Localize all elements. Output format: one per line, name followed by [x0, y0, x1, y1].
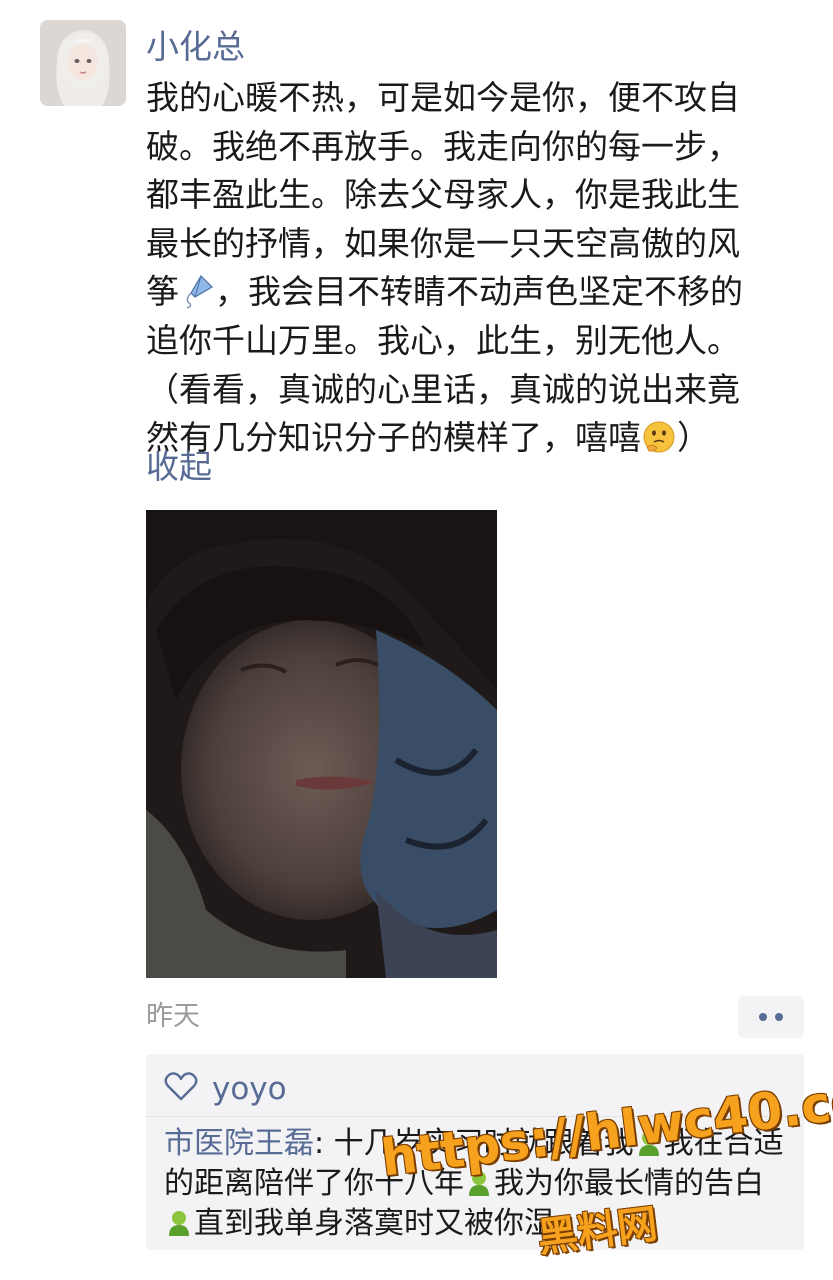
green-figure-emoji-icon	[464, 1168, 494, 1198]
post-timestamp: 昨天	[146, 1001, 200, 1032]
post-text-line: 追你千山万里。我心，此生，别无他人。	[146, 320, 740, 360]
photo-image	[146, 510, 497, 978]
post-text-line: 最长的抒情，如果你是一只天空高傲的风	[146, 223, 740, 263]
more-dot-icon	[775, 1013, 783, 1021]
panel-divider	[146, 1116, 804, 1117]
post-text-fragment: 然有几分知识分子的模样了，嘻嘻	[146, 418, 641, 458]
kite-icon	[179, 273, 215, 310]
heart-icon	[164, 1072, 198, 1106]
green-figure-emoji-icon	[634, 1128, 664, 1158]
avatar-image	[40, 20, 126, 106]
post-text-line: 我的心暖不热，可是如今是你，便不攻自	[146, 78, 740, 117]
collapse-link[interactable]: 收起	[146, 444, 212, 490]
post-author-name[interactable]: 小化总	[146, 24, 245, 70]
post-photo[interactable]	[146, 510, 497, 978]
comment-text: 十几岁实习时就跟着我	[333, 1126, 634, 1161]
more-actions-button[interactable]	[738, 996, 804, 1038]
post-text: 我的心暖不热，可是如今是你，便不攻自 破。我绝不再放手。我走向你的每一步， 都丰…	[146, 74, 806, 463]
comment-item[interactable]: 市医院王磊: 十几岁实习时就跟着我 我在合适 的距离陪伴了你十八年 我为你最长情的告…	[164, 1124, 794, 1244]
more-dot-icon	[759, 1013, 767, 1021]
post-text-fragment: 筝	[146, 272, 179, 312]
post-text-line: 都丰盈此生。除去父母家人，你是我此生	[146, 175, 740, 215]
post-text-line: 然有几分知识分子的模样了，嘻嘻 ）	[146, 414, 806, 463]
post-text-line: （看看，真诚的心里话，真诚的说出来竟	[146, 369, 740, 409]
comment-text: 的距离陪伴了你十八年	[164, 1166, 464, 1201]
liker-name[interactable]: yoyo	[212, 1071, 287, 1107]
interaction-panel: yoyo 市医院王磊: 十几岁实习时就跟着我 我在合适 的距离陪伴了你十八年 我为你…	[146, 1054, 804, 1250]
post-text-line: 筝 ，我会目不转睛不动声色坚定不移的	[146, 268, 806, 317]
comment-line: 直到我单身落寞时又被你湿	[164, 1204, 794, 1244]
thinking-face-icon	[641, 419, 677, 455]
comment-separator: :	[314, 1126, 334, 1161]
commenter-name[interactable]: 市医院王磊	[164, 1126, 314, 1161]
likes-row: yoyo	[164, 1064, 287, 1114]
author-avatar[interactable]	[40, 20, 126, 106]
post-text-fragment: ）	[677, 418, 710, 458]
green-figure-emoji-icon	[164, 1208, 194, 1238]
comment-text: 我为你最长情的告白	[494, 1166, 764, 1201]
comment-line: 市医院王磊: 十几岁实习时就跟着我 我在合适	[164, 1124, 794, 1164]
comment-text: 直到我单身落寞时又被你湿	[194, 1206, 554, 1241]
comment-text: 我在合适	[663, 1126, 784, 1161]
post-text-line: 破。我绝不再放手。我走向你的每一步，	[146, 126, 740, 166]
comment-line: 的距离陪伴了你十八年 我为你最长情的告白	[164, 1164, 794, 1204]
post-text-fragment: ，我会目不转睛不动声色坚定不移的	[215, 272, 743, 312]
